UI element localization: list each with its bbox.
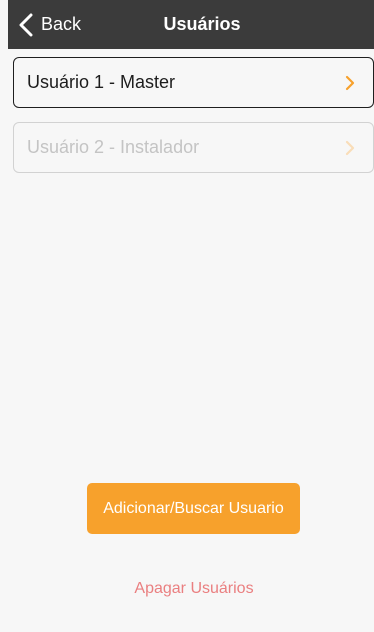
user-list: Usuário 1 - Master Usuário 2 - Instalado… [13, 57, 374, 187]
user-label: Usuário 2 - Instalador [27, 137, 200, 157]
back-button[interactable]: Back [16, 0, 81, 49]
add-search-user-button[interactable]: Adicionar/Buscar Usuario [87, 483, 300, 534]
users-screen: Back Usuários Usuário 1 - Master Usuário… [0, 0, 374, 632]
chevron-right-icon [345, 140, 355, 155]
list-item-user-1[interactable]: Usuário 1 - Master [13, 57, 374, 108]
chevron-left-icon [19, 13, 33, 36]
user-label: Usuário 1 - Master [27, 72, 176, 92]
back-label: Back [41, 14, 82, 34]
list-item-user-2[interactable]: Usuário 2 - Instalador [13, 122, 374, 173]
delete-users-link[interactable]: Apagar Usuários [0, 580, 374, 598]
navigation-bar: Back Usuários [8, 0, 374, 49]
chevron-right-icon [345, 75, 355, 90]
